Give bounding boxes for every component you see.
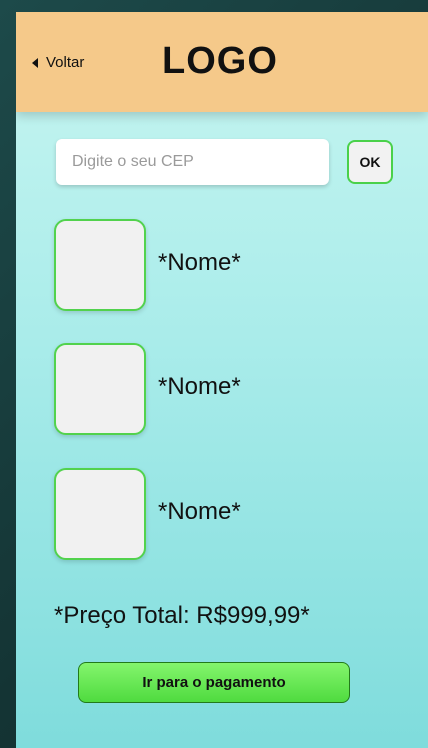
app-screen: Voltar LOGO OK *Nome* *Nome* *Nome* *Pre… xyxy=(16,12,428,748)
go-to-payment-button[interactable]: Ir para o pagamento xyxy=(78,662,350,703)
product-item[interactable]: *Nome* xyxy=(54,219,394,311)
product-image xyxy=(54,219,146,311)
total-price: *Preço Total: R$999,99* xyxy=(54,602,310,629)
chevron-left-icon xyxy=(32,57,38,68)
window-background: Voltar LOGO OK *Nome* *Nome* *Nome* *Pre… xyxy=(0,0,428,748)
product-name: *Nome* xyxy=(158,373,241,400)
back-label: Voltar xyxy=(46,54,85,71)
product-name: *Nome* xyxy=(158,498,241,525)
product-item[interactable]: *Nome* xyxy=(54,468,394,560)
ok-button[interactable]: OK xyxy=(347,140,393,184)
cep-input[interactable] xyxy=(56,139,329,185)
product-item[interactable]: *Nome* xyxy=(54,343,394,435)
logo: LOGO xyxy=(162,40,278,82)
product-image xyxy=(54,343,146,435)
product-name: *Nome* xyxy=(158,249,241,276)
top-bar: Voltar LOGO xyxy=(16,12,428,112)
back-button[interactable]: Voltar xyxy=(32,54,84,71)
product-image xyxy=(54,468,146,560)
